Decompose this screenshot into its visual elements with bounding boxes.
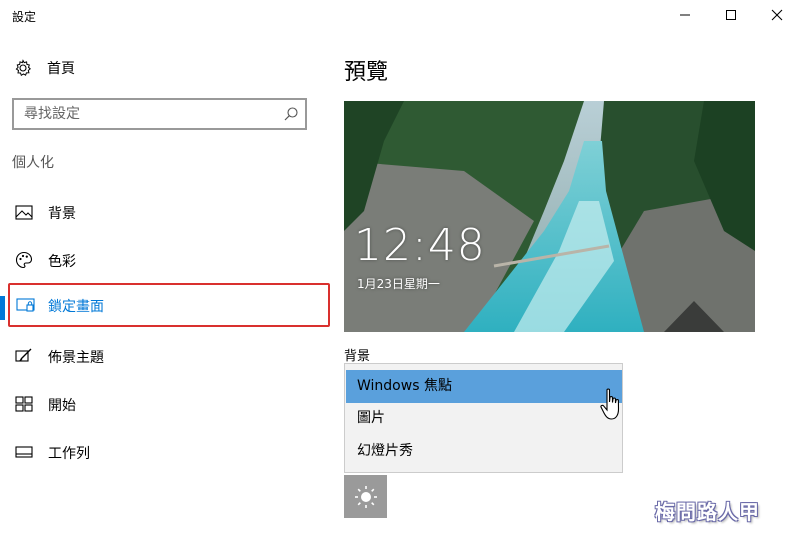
home-label: 首頁 xyxy=(47,61,75,77)
sidebar-item-label: 佈景主題 xyxy=(48,350,104,366)
search-box[interactable] xyxy=(12,98,307,130)
minimize-button[interactable] xyxy=(662,0,708,30)
dropdown-option-slideshow[interactable]: 幻燈片秀 xyxy=(346,435,622,468)
brightness-icon xyxy=(354,485,377,508)
maximize-icon xyxy=(726,10,736,20)
settings-window: 設定 首頁 個人化 背景 色彩 xyxy=(0,0,800,537)
dropdown-option-picture[interactable]: 圖片 xyxy=(346,402,622,435)
sidebar-item-label: 鎖定畫面 xyxy=(48,299,104,315)
sidebar-item-label: 開始 xyxy=(48,398,76,414)
palette-icon xyxy=(14,251,34,269)
close-icon xyxy=(771,9,783,21)
maximize-button[interactable] xyxy=(708,0,754,30)
lock-screen-icon xyxy=(16,296,36,314)
minimize-icon xyxy=(680,14,690,16)
preview-landscape-image xyxy=(344,101,755,332)
lock-screen-preview xyxy=(344,101,755,332)
sidebar-item-lock-screen[interactable]: 鎖定畫面 xyxy=(8,283,330,327)
section-title: 個人化 xyxy=(12,155,54,171)
hand-cursor-icon xyxy=(600,388,624,426)
taskbar-icon xyxy=(14,443,34,461)
sidebar-item-label: 工作列 xyxy=(48,446,90,462)
sidebar-item-start[interactable]: 開始 xyxy=(0,382,330,426)
selection-indicator xyxy=(0,296,5,320)
sidebar-item-taskbar[interactable]: 工作列 xyxy=(0,430,330,474)
window-title: 設定 xyxy=(12,10,37,24)
sidebar-item-background[interactable]: 背景 xyxy=(0,190,330,234)
page-title: 預覽 xyxy=(344,60,389,85)
sidebar-item-label: 色彩 xyxy=(48,254,76,270)
home-nav-item[interactable]: 首頁 xyxy=(14,56,75,80)
sidebar-item-label: 背景 xyxy=(48,206,76,222)
theme-brush-icon xyxy=(14,347,34,365)
sidebar-item-themes[interactable]: 佈景主題 xyxy=(0,334,330,378)
search-input[interactable] xyxy=(14,100,274,128)
watermark: 梅問路人甲 xyxy=(655,500,760,524)
brightness-swatch-button[interactable] xyxy=(344,475,387,518)
dropdown-option-windows-spotlight[interactable]: Windows 焦點 xyxy=(346,370,622,403)
picture-icon xyxy=(14,203,34,221)
start-grid-icon xyxy=(14,395,34,413)
title-bar: 設定 xyxy=(0,0,800,32)
gear-icon xyxy=(15,59,31,77)
search-icon[interactable] xyxy=(283,106,299,122)
preview-clock: 12:48 xyxy=(354,220,486,271)
background-label: 背景 xyxy=(344,349,371,364)
background-dropdown-list[interactable]: Windows 焦點 圖片 幻燈片秀 xyxy=(344,363,623,473)
preview-date: 1月23日星期一 xyxy=(357,277,440,291)
sidebar-item-colors[interactable]: 色彩 xyxy=(0,238,330,282)
close-button[interactable] xyxy=(754,0,800,30)
